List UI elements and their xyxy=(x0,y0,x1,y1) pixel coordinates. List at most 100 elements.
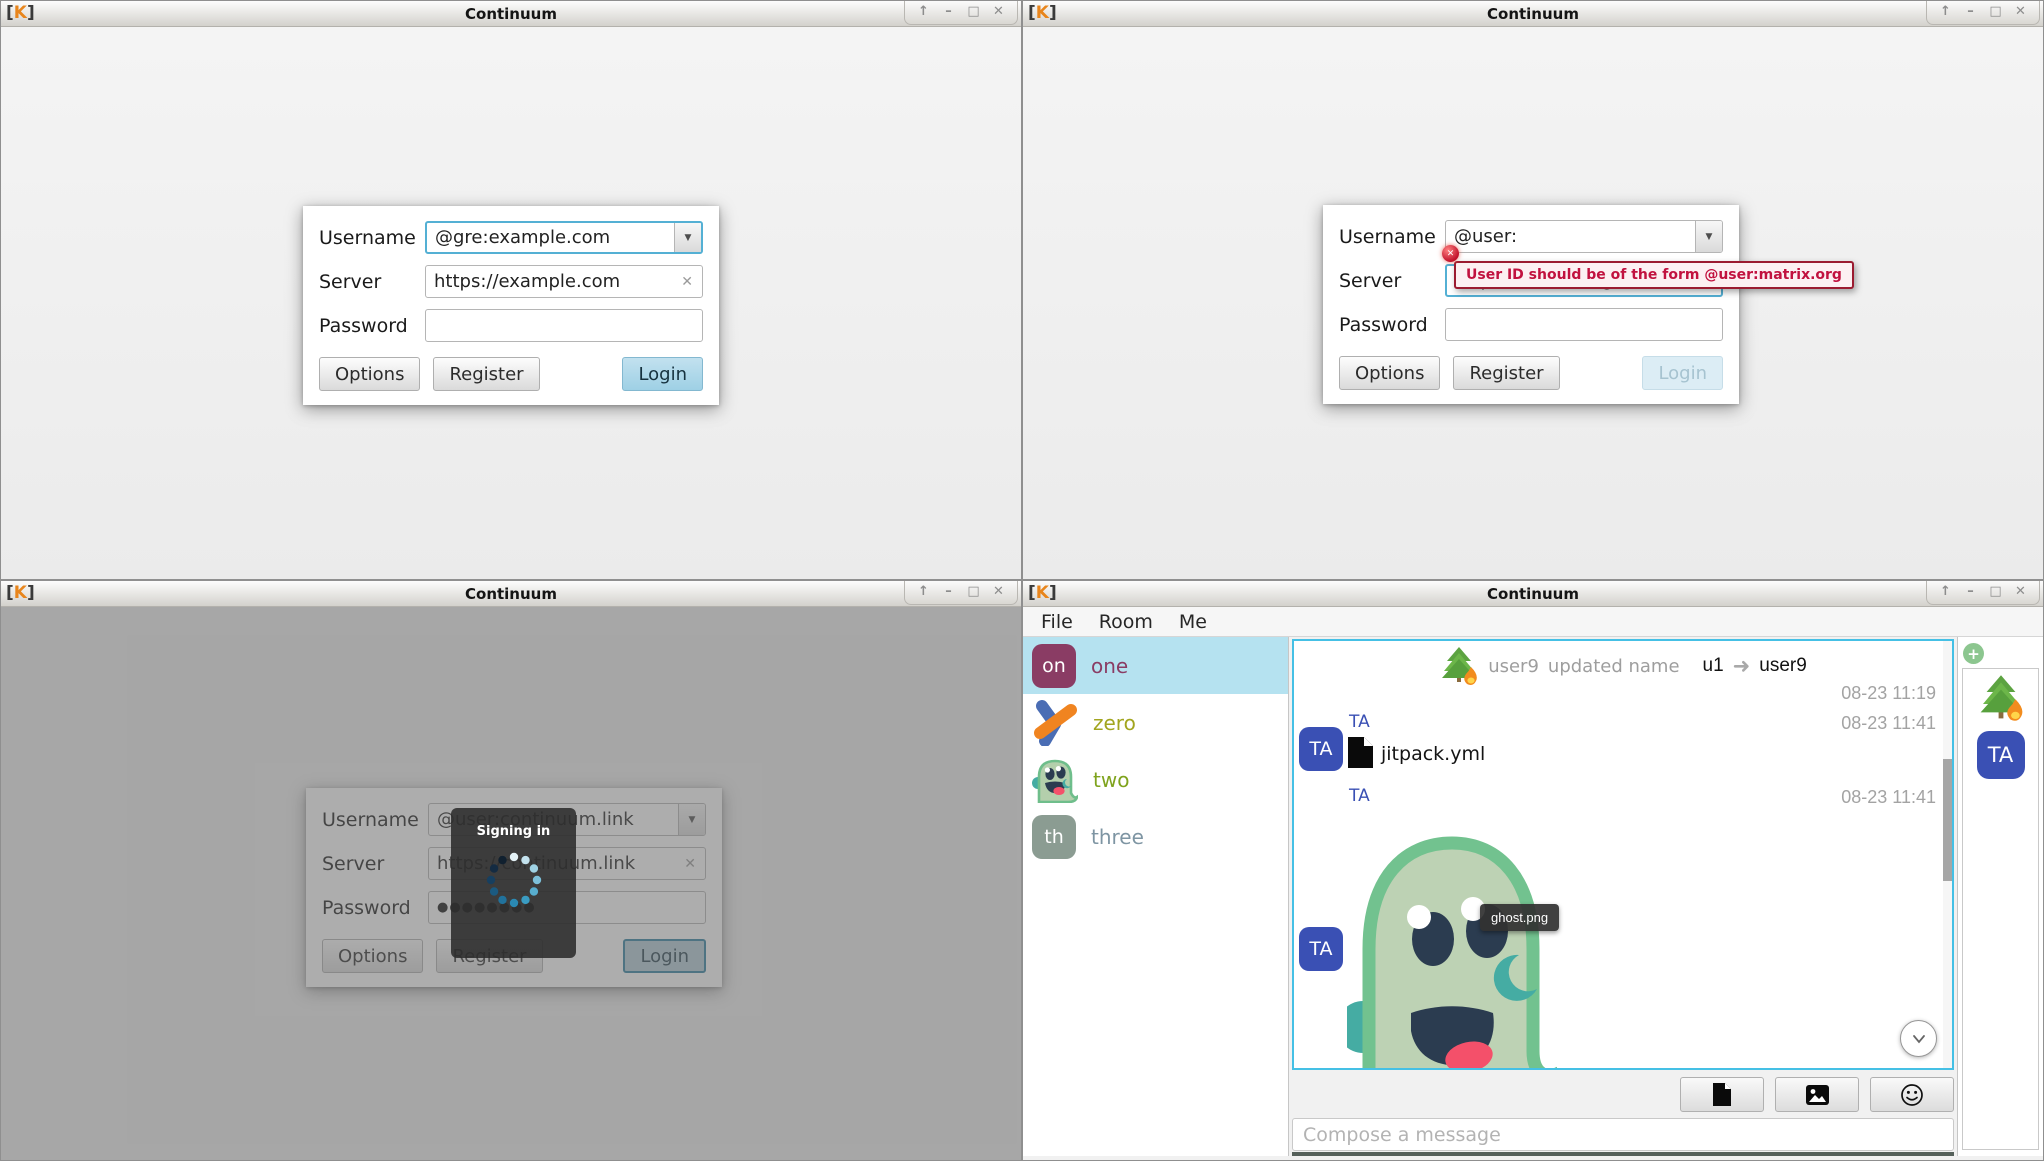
ghost-image-message[interactable] xyxy=(1347,817,1557,1070)
minimize-icon[interactable]: – xyxy=(942,584,955,600)
close-icon[interactable]: ✕ xyxy=(992,4,1005,20)
menu-room[interactable]: Room xyxy=(1099,611,1153,633)
attach-file-button[interactable] xyxy=(1680,1077,1764,1112)
invite-member-button[interactable]: + xyxy=(1963,643,1984,664)
password-field xyxy=(425,309,703,342)
emoji-button[interactable] xyxy=(1870,1077,1954,1112)
username-input[interactable] xyxy=(1446,221,1695,252)
login-dialog: Username ▼ Server ✕ Password xyxy=(303,206,719,405)
maximize-icon[interactable]: □ xyxy=(967,4,980,20)
close-icon[interactable]: ✕ xyxy=(992,584,1005,600)
event-action: updated name xyxy=(1548,656,1680,677)
titlebar[interactable]: [K] Continuum ↑ – □ ✕ xyxy=(1023,581,2043,607)
server-field: ✕ xyxy=(425,265,703,298)
chevron-down-icon[interactable]: ▼ xyxy=(1695,221,1722,252)
window-controls: ↑ – □ ✕ xyxy=(1926,581,2040,605)
signing-in-popup: Signing in xyxy=(451,808,576,958)
ghost-avatar xyxy=(1032,757,1078,803)
login-screen: Username ▼ Server ✕ Password xyxy=(1,27,1021,579)
smiley-icon xyxy=(1900,1083,1924,1107)
signing-in-label: Signing in xyxy=(477,824,551,839)
window-title: Continuum xyxy=(1023,585,2043,603)
options-button[interactable]: Options xyxy=(1339,356,1440,390)
compose-area xyxy=(1292,1118,1954,1151)
window-bottom-edge xyxy=(1292,1152,1954,1156)
compose-input[interactable] xyxy=(1292,1118,1954,1151)
event-old-name: u1 xyxy=(1703,655,1724,677)
room-row-three[interactable]: th three xyxy=(1023,808,1288,865)
attachment-toolbar xyxy=(1292,1070,1954,1118)
server-label: Server xyxy=(1339,270,1445,292)
member-avatar-ta: TA xyxy=(1977,731,2025,779)
room-row-zero[interactable]: zero xyxy=(1023,694,1288,751)
timestamp: 08-23 11:19 xyxy=(1841,683,1936,704)
app-icon: [K] xyxy=(6,5,35,22)
titlebar[interactable]: [K] Continuum ↑ – □ ✕ xyxy=(1,581,1021,607)
window-title: Continuum xyxy=(1,5,1021,23)
shade-icon[interactable]: ↑ xyxy=(1939,584,1952,600)
close-icon[interactable]: ✕ xyxy=(2014,4,2027,20)
app-icon: [K] xyxy=(1028,585,1057,602)
register-button[interactable]: Register xyxy=(1453,356,1559,390)
password-input[interactable] xyxy=(1446,309,1722,340)
attach-image-button[interactable] xyxy=(1775,1077,1859,1112)
room-row-two[interactable]: two xyxy=(1023,751,1288,808)
shade-icon[interactable]: ↑ xyxy=(1939,4,1952,20)
minimize-icon[interactable]: – xyxy=(1964,584,1977,600)
username-label: Username xyxy=(319,227,425,249)
file-icon xyxy=(1347,736,1374,769)
maximize-icon[interactable]: □ xyxy=(967,584,980,600)
file-icon xyxy=(1712,1082,1732,1107)
titlebar[interactable]: [K] Continuum ↑ – □ ✕ xyxy=(1,1,1021,27)
password-input[interactable] xyxy=(426,310,702,341)
chevron-down-icon[interactable]: ▼ xyxy=(674,223,701,252)
member-avatar-tree-fire xyxy=(1977,674,2025,722)
continuum-logo-avatar xyxy=(1032,700,1078,746)
shade-icon[interactable]: ↑ xyxy=(917,4,930,20)
room-list: on one zero xyxy=(1023,637,1289,1156)
close-icon[interactable]: ✕ xyxy=(2014,584,2027,600)
window-controls: ↑ – □ ✕ xyxy=(904,1,1018,25)
password-label: Password xyxy=(319,315,425,337)
progress-spinner-icon xyxy=(483,849,545,911)
image-icon xyxy=(1805,1084,1830,1106)
register-button[interactable]: Register xyxy=(433,357,539,391)
menu-file[interactable]: File xyxy=(1041,611,1073,633)
room-name: two xyxy=(1093,768,1129,792)
chevron-down-icon xyxy=(1911,1031,1927,1047)
maximize-icon[interactable]: □ xyxy=(1989,4,2002,20)
file-message[interactable]: jitpack.yml xyxy=(1347,736,1485,769)
login-button[interactable]: Login xyxy=(622,357,703,391)
room-name: one xyxy=(1091,654,1128,678)
window-login-error: [K] Continuum ↑ – □ ✕ Username ▼ Server … xyxy=(1022,0,2044,580)
room-name: three xyxy=(1091,825,1144,849)
username-input[interactable] xyxy=(427,223,674,252)
minimize-icon[interactable]: – xyxy=(1964,4,1977,20)
minimize-icon[interactable]: – xyxy=(942,4,955,20)
window-controls: ↑ – □ ✕ xyxy=(904,581,1018,605)
scrollbar-thumb[interactable] xyxy=(1943,759,1952,881)
options-button[interactable]: Options xyxy=(319,357,420,391)
app-icon: [K] xyxy=(6,585,35,602)
window-signing-in: [K] Continuum ↑ – □ ✕ Username ▼ Server … xyxy=(0,580,1022,1161)
password-label: Password xyxy=(1339,314,1445,336)
clear-icon[interactable]: ✕ xyxy=(672,274,702,290)
window-controls: ↑ – □ ✕ xyxy=(1926,1,2040,25)
titlebar[interactable]: [K] Continuum ↑ – □ ✕ xyxy=(1023,1,2043,27)
message-timeline: user9 updated name u1 ➜ user9 08-23 11:1… xyxy=(1292,639,1954,1070)
login-screen: Username ▼ Server ✕ Password xyxy=(1,607,1021,1160)
maximize-icon[interactable]: □ xyxy=(1989,584,2002,600)
window-title: Continuum xyxy=(1023,5,2043,23)
room-row-one[interactable]: on one xyxy=(1023,637,1288,694)
shade-icon[interactable]: ↑ xyxy=(917,584,930,600)
login-button-disabled: Login xyxy=(1642,356,1723,390)
arrow-right-icon: ➜ xyxy=(1733,654,1751,678)
file-name: jitpack.yml xyxy=(1381,743,1485,765)
window-chat: [K] Continuum ↑ – □ ✕ File Room Me on on… xyxy=(1022,580,2044,1161)
server-input[interactable] xyxy=(426,266,672,297)
menu-me[interactable]: Me xyxy=(1179,611,1207,633)
scroll-to-bottom-button[interactable] xyxy=(1900,1020,1937,1057)
login-dialog: Username ▼ Server ✕ Password xyxy=(1323,205,1739,404)
login-screen: Username ▼ Server ✕ Password xyxy=(1023,27,2043,579)
member-panel: + TA xyxy=(1957,637,2043,1156)
